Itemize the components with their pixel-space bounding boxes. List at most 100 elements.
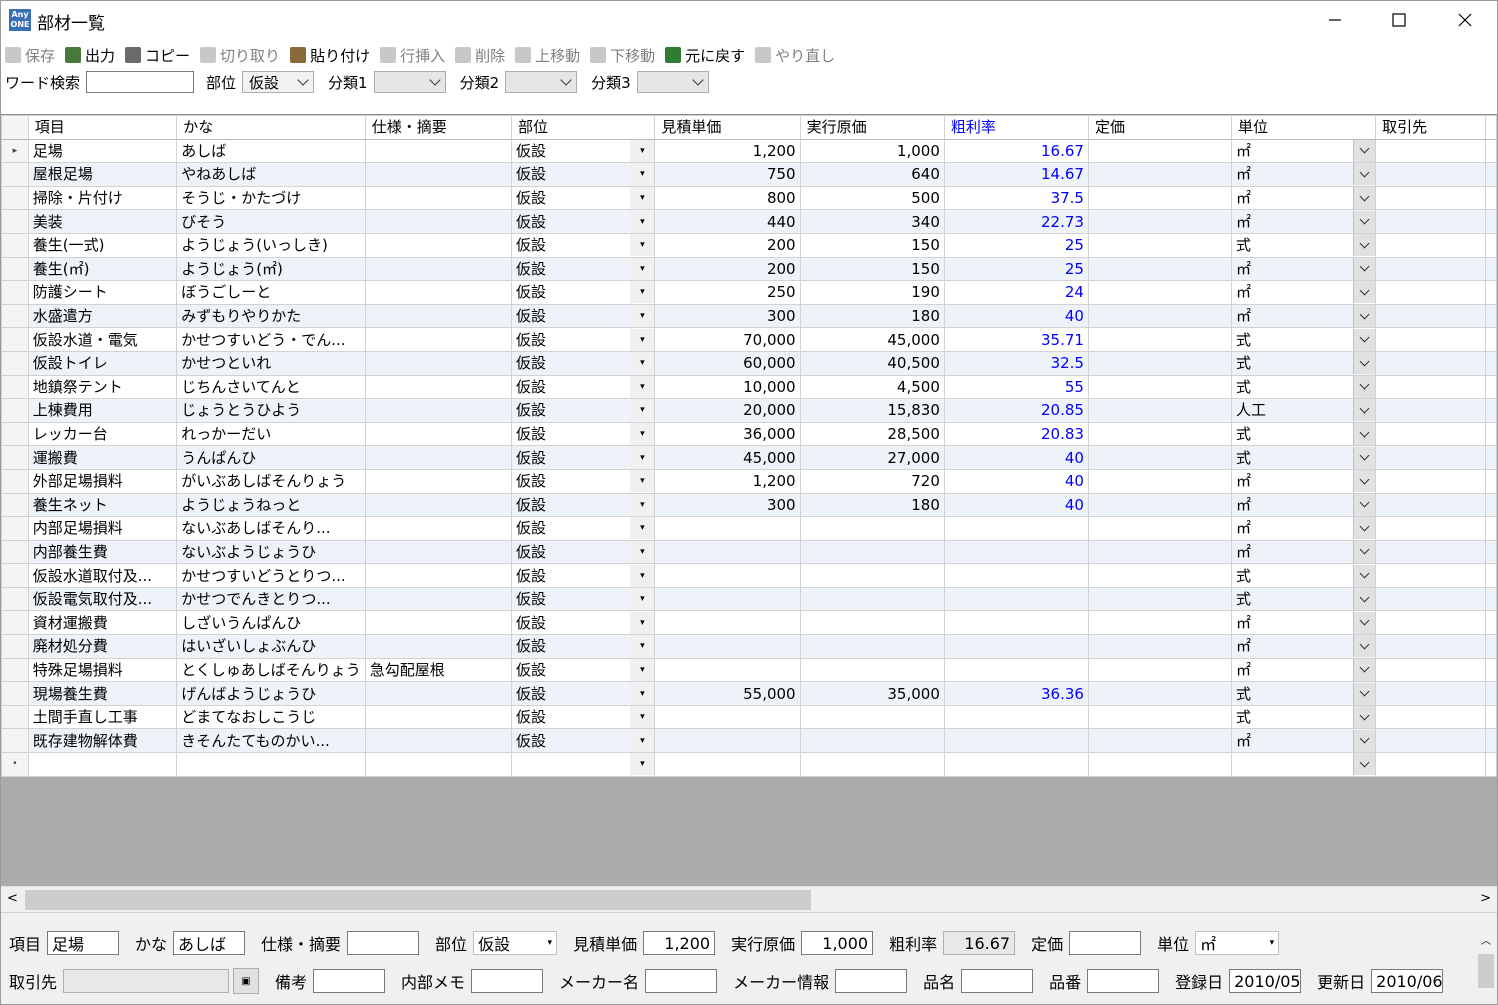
cell-cost[interactable] [799, 516, 945, 541]
cell-list-price[interactable] [1087, 138, 1232, 164]
cell-rate[interactable] [943, 610, 1089, 636]
cell-bui[interactable]: 仮設 ▾ [511, 374, 656, 400]
close-button[interactable] [1433, 1, 1497, 39]
table-row[interactable]: 廃材処分費 はいざいしょぶんひ 仮設 ▾ ㎡ [1, 634, 1497, 659]
cell-unit[interactable]: 式 [1230, 350, 1377, 376]
minimize-button[interactable] [1303, 1, 1367, 39]
cell-cost[interactable]: 15,830 [799, 398, 945, 423]
cell-unit[interactable]: ㎡ [1230, 303, 1377, 329]
cell-supplier[interactable] [1375, 704, 1486, 730]
dropdown-icon[interactable]: ▾ [630, 140, 654, 162]
cell-bui[interactable]: 仮設 ▾ [511, 280, 656, 305]
bui-select[interactable]: 仮設 [242, 71, 315, 93]
cell-cost[interactable] [799, 563, 945, 588]
table-row[interactable]: 美装 びそう 仮設 ▾ 440 340 22.73 ㎡ [1, 209, 1497, 234]
chevron-down-icon[interactable] [1353, 541, 1375, 563]
table-row[interactable]: 養生ネット ようじょうねっと 仮設 ▾ 300 180 40 ㎡ [1, 492, 1497, 518]
dropdown-icon[interactable]: ▾ [630, 352, 654, 375]
table-row[interactable]: 水盛遣方 みずもりやりかた 仮設 ▾ 300 180 40 ㎡ [1, 303, 1497, 329]
cell-unit[interactable]: ㎡ [1230, 209, 1377, 234]
cell-kana[interactable]: げんばようじょうひ [176, 681, 366, 706]
cell-bui[interactable]: 仮設 ▾ [511, 634, 656, 659]
cell-supplier[interactable] [1375, 303, 1486, 329]
cell-supplier[interactable] [1375, 421, 1486, 447]
cell-supplier[interactable] [1375, 185, 1486, 211]
table-row[interactable]: 養生(一式) ようじょう(いっしき) 仮設 ▾ 200 150 25 式 [1, 232, 1497, 258]
row-indicator[interactable] [1, 421, 29, 447]
cell-list-price[interactable] [1087, 350, 1232, 376]
cell-kana[interactable]: ぼうごしーと [176, 280, 366, 305]
detail-memo-field[interactable] [471, 969, 544, 993]
cell-list-price[interactable] [1087, 634, 1232, 659]
cell-bui[interactable]: 仮設 ▾ [511, 468, 656, 494]
cell-estimate[interactable] [654, 563, 801, 588]
detail-product-no-field[interactable] [1087, 969, 1160, 993]
cell-cost[interactable]: 4,500 [799, 374, 945, 400]
dropdown-icon[interactable]: ▾ [630, 588, 654, 610]
cell-unit[interactable]: ㎡ [1230, 539, 1377, 565]
row-indicator[interactable] [1, 728, 29, 754]
row-indicator[interactable] [1, 563, 29, 588]
row-indicator[interactable] [1, 303, 29, 329]
cell-item[interactable]: 養生(㎡) [27, 256, 178, 282]
toolbar-button-export[interactable]: 出力 [65, 45, 115, 66]
row-indicator[interactable] [1, 162, 29, 187]
cell-spec[interactable] [364, 752, 513, 777]
cell-kana[interactable]: がいぶあしばそんりょう [176, 468, 366, 494]
cell-item[interactable]: 土間手直し工事 [27, 704, 178, 730]
cell-list-price[interactable] [1087, 610, 1232, 636]
row-indicator[interactable] [1, 256, 29, 282]
detail-note-field[interactable] [313, 969, 386, 993]
cell-rate[interactable] [943, 657, 1089, 683]
cell-supplier[interactable] [1375, 539, 1486, 565]
table-row[interactable]: 内部足場損料 ないぶあしばそんり... 仮設 ▾ ㎡ [1, 516, 1497, 541]
cell-supplier[interactable] [1375, 563, 1486, 588]
cell-bui[interactable]: 仮設 ▾ [511, 350, 656, 376]
cell-rate[interactable] [943, 728, 1089, 754]
cell-spec[interactable] [364, 728, 513, 754]
cell-estimate[interactable] [654, 728, 801, 754]
dropdown-icon[interactable]: ▾ [630, 706, 654, 728]
cell-rate[interactable]: 25 [943, 256, 1089, 282]
cell-item[interactable]: 外部足場損料 [27, 468, 178, 494]
cell-bui[interactable]: 仮設 ▾ [511, 704, 656, 730]
cell-spec[interactable] [364, 256, 513, 282]
cell-kana[interactable]: じちんさいてんと [176, 374, 366, 400]
cell-spec[interactable] [364, 280, 513, 305]
detail-spec-field[interactable] [347, 931, 420, 955]
cell-unit[interactable]: ㎡ [1230, 610, 1377, 636]
row-indicator[interactable] [1, 185, 29, 211]
cell-unit[interactable]: 式 [1230, 586, 1377, 612]
cell-kana[interactable]: はいざいしょぶんひ [176, 634, 366, 659]
cell-unit[interactable]: ㎡ [1230, 280, 1377, 305]
cell-list-price[interactable] [1087, 445, 1232, 470]
cell-cost[interactable] [799, 539, 945, 565]
cell-item[interactable]: 既存建物解体費 [27, 728, 178, 754]
row-indicator[interactable] [1, 516, 29, 541]
vertical-scroll-thumb[interactable] [1478, 954, 1494, 988]
table-row[interactable]: 既存建物解体費 きそんたてものかい... 仮設 ▾ ㎡ [1, 728, 1497, 754]
row-indicator[interactable] [1, 704, 29, 730]
row-indicator[interactable] [1, 232, 29, 258]
cell-rate[interactable] [943, 563, 1089, 588]
cell-item[interactable]: 内部養生費 [27, 539, 178, 565]
cell-rate[interactable]: 36.36 [943, 681, 1089, 706]
cell-estimate[interactable]: 1,200 [654, 468, 801, 494]
cell-item[interactable]: 現場養生費 [27, 681, 178, 706]
cell-estimate[interactable]: 55,000 [654, 681, 801, 706]
cell-cost[interactable]: 28,500 [799, 421, 945, 447]
cell-kana[interactable]: そうじ・かたづけ [176, 185, 366, 211]
row-indicator[interactable] [1, 468, 29, 494]
cell-spec[interactable] [364, 138, 513, 164]
cell-cost[interactable] [799, 704, 945, 730]
cell-list-price[interactable] [1087, 539, 1232, 565]
cell-unit[interactable] [1230, 752, 1377, 777]
table-row[interactable]: 養生(㎡) ようじょう(㎡) 仮設 ▾ 200 150 25 ㎡ [1, 256, 1497, 282]
cell-kana[interactable] [176, 752, 366, 777]
chevron-down-icon[interactable] [1353, 376, 1375, 398]
column-header[interactable]: 定価 [1087, 115, 1232, 140]
cell-rate[interactable]: 40 [943, 468, 1089, 494]
cell-supplier[interactable] [1375, 586, 1486, 612]
detail-cost-field[interactable]: 1,000 [801, 931, 874, 955]
cell-unit[interactable]: ㎡ [1230, 468, 1377, 494]
